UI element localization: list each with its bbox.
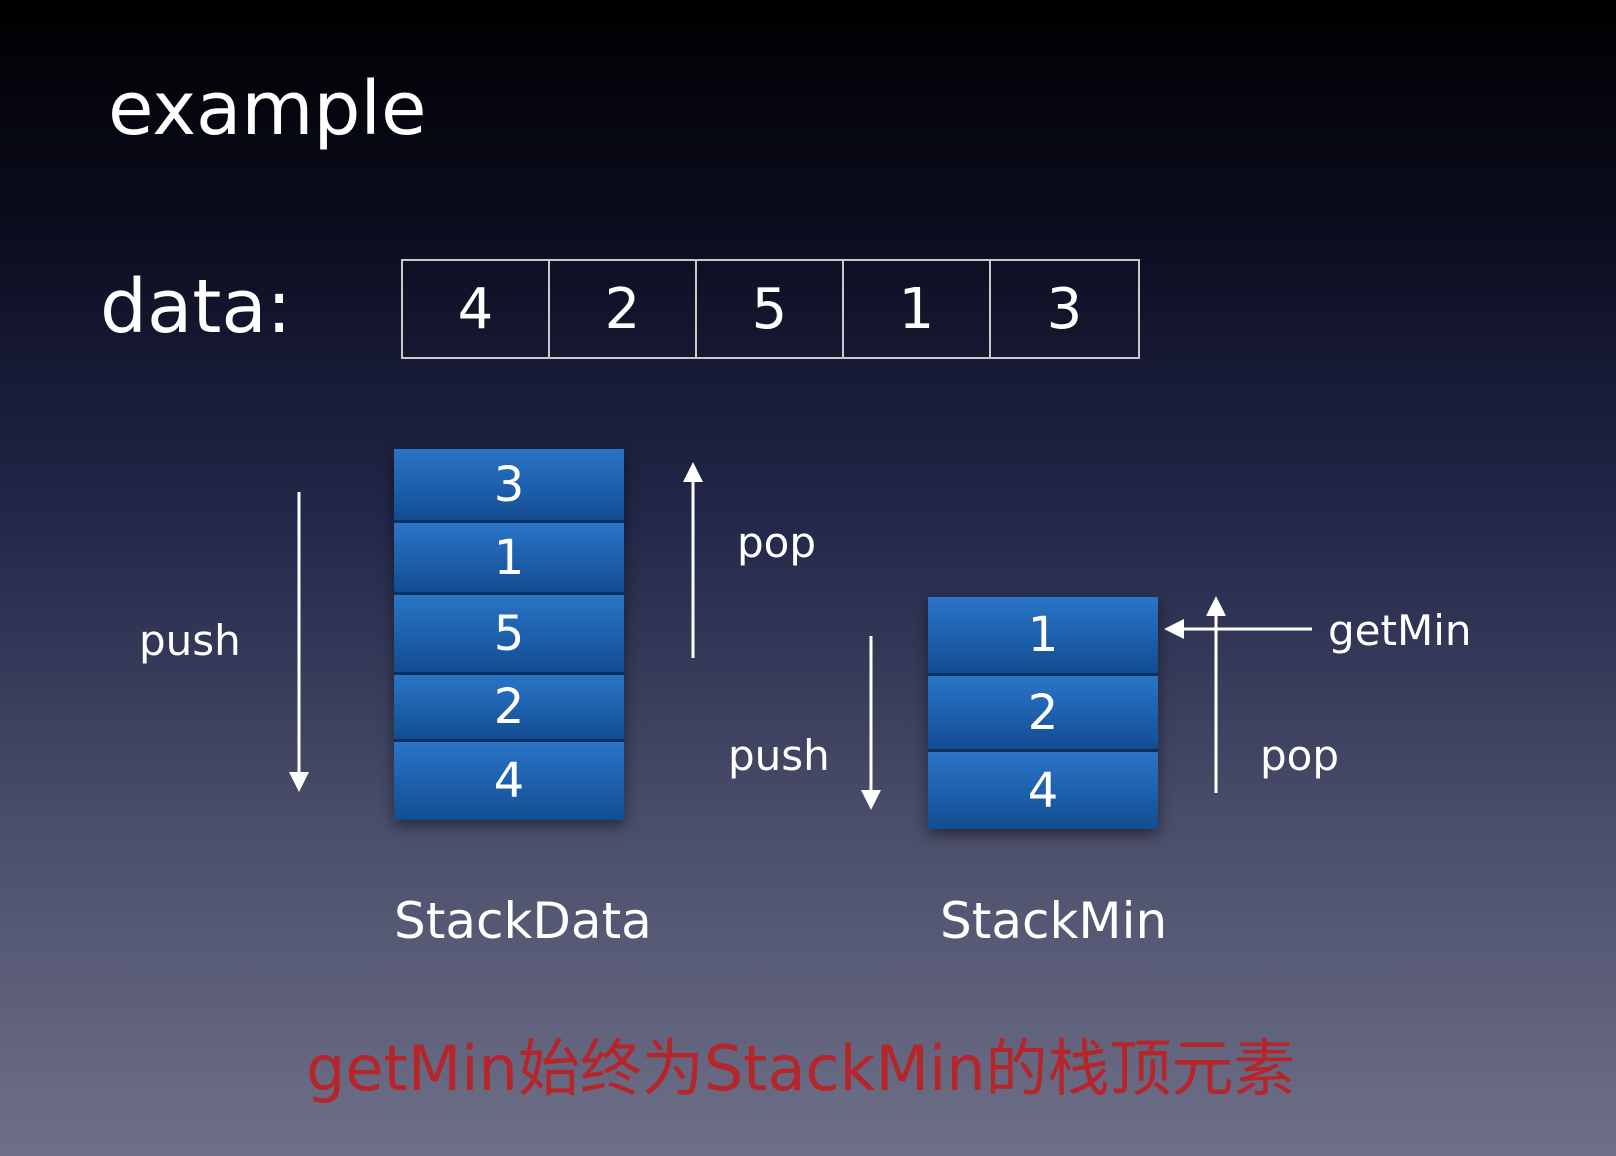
stackdata-push-label: push (139, 616, 241, 665)
stackmin-pop-label: pop (1260, 731, 1340, 780)
stack-block: 4 (394, 742, 624, 820)
stackmin-push-label: push (728, 731, 830, 780)
stackdata-name: StackData (394, 892, 652, 950)
stackdata-push-arrow (289, 492, 309, 792)
stackmin-pop-arrow (1206, 596, 1226, 793)
stack-block: 2 (394, 675, 624, 742)
stackmin-name: StackMin (940, 892, 1168, 950)
stack-block: 4 (928, 752, 1158, 829)
stack-data: 3 1 5 2 4 (394, 449, 624, 820)
stack-min: 1 2 4 (928, 597, 1158, 829)
arrows-layer (289, 462, 1312, 810)
stack-block: 1 (394, 523, 624, 595)
stack-block: 2 (928, 676, 1158, 752)
stack-block: 1 (928, 597, 1158, 676)
stackmin-push-arrow (861, 636, 881, 810)
stack-block: 3 (394, 449, 624, 523)
stackdata-pop-arrow (683, 462, 703, 658)
stackdata-pop-label: pop (737, 518, 817, 567)
getmin-arrow (1164, 619, 1312, 639)
stack-block: 5 (394, 595, 624, 675)
getmin-label: getMin (1328, 606, 1472, 655)
caption: getMin始终为StackMin的栈顶元素 (306, 1032, 1296, 1105)
